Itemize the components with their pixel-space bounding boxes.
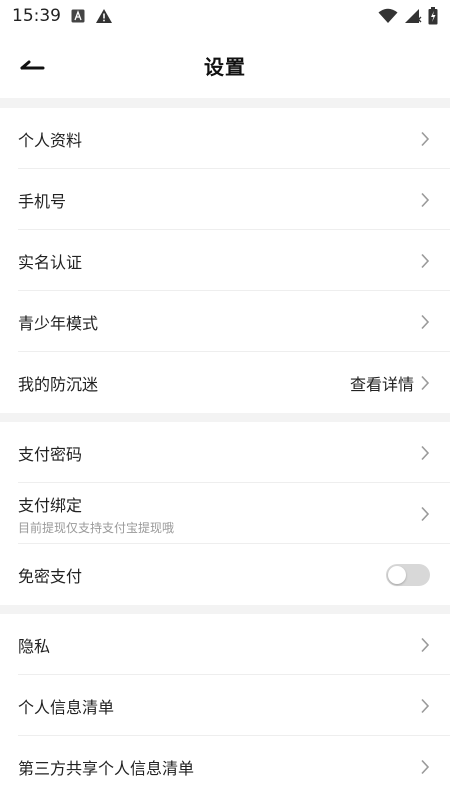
back-arrow-icon	[20, 60, 45, 70]
section-divider	[0, 605, 450, 614]
settings-item-label: 免密支付	[18, 566, 83, 586]
settings-item-label: 我的防沉迷	[18, 374, 99, 394]
settings-item-label: 第三方共享个人信息清单	[18, 758, 195, 778]
settings-item-label: 个人资料	[18, 130, 83, 150]
section-divider	[0, 413, 450, 422]
wifi-icon	[378, 8, 398, 24]
chevron-right-icon	[418, 697, 432, 715]
settings-item-realname[interactable]: 实名认证	[0, 230, 450, 291]
status-time: 15:39	[12, 6, 61, 26]
warning-icon	[95, 8, 113, 24]
settings-item-privacy[interactable]: 隐私	[0, 614, 450, 675]
chevron-right-icon	[418, 374, 432, 392]
section-divider	[0, 98, 450, 108]
view-details-link[interactable]: 查看详情	[350, 371, 414, 395]
status-bar: 15:39	[0, 0, 450, 32]
battery-icon	[428, 7, 438, 25]
settings-item-phone[interactable]: 手机号	[0, 169, 450, 230]
settings-item-payment-binding[interactable]: 支付绑定 目前提现仅支持支付宝提现哦	[0, 483, 450, 544]
settings-item-label: 手机号	[18, 191, 67, 211]
page-title: 设置	[204, 54, 246, 79]
settings-item-label: 实名认证	[18, 252, 83, 272]
toggle-knob	[388, 565, 406, 584]
settings-item-profile[interactable]: 个人资料	[0, 108, 450, 169]
settings-item-label: 个人信息清单	[18, 697, 115, 717]
settings-item-label: 青少年模式	[18, 313, 99, 333]
chevron-right-icon	[418, 444, 432, 462]
settings-item-label: 隐私	[18, 636, 51, 656]
chevron-right-icon	[418, 313, 432, 331]
header: 设置	[0, 32, 450, 98]
settings-item-payment-password[interactable]: 支付密码	[0, 422, 450, 483]
back-button[interactable]	[16, 54, 48, 78]
chevron-right-icon	[418, 130, 432, 148]
password-free-payment-toggle[interactable]	[386, 563, 430, 586]
settings-item-subtitle: 目前提现仅支持支付宝提现哦	[18, 520, 175, 535]
chevron-right-icon	[418, 758, 432, 776]
text-a-icon	[71, 9, 85, 23]
chevron-right-icon	[418, 252, 432, 270]
settings-item-password-free-payment: 免密支付	[0, 544, 450, 605]
settings-item-teen-mode[interactable]: 青少年模式	[0, 291, 450, 352]
settings-item-label: 支付绑定	[18, 495, 83, 515]
signal-icon	[404, 8, 422, 24]
settings-item-third-party-info-list[interactable]: 第三方共享个人信息清单	[0, 736, 450, 797]
settings-item-personal-info-list[interactable]: 个人信息清单	[0, 675, 450, 736]
chevron-right-icon	[418, 505, 432, 523]
settings-item-anti-addiction[interactable]: 我的防沉迷 查看详情	[0, 352, 450, 413]
settings-item-label: 支付密码	[18, 444, 83, 464]
chevron-right-icon	[418, 191, 432, 209]
chevron-right-icon	[418, 636, 432, 654]
